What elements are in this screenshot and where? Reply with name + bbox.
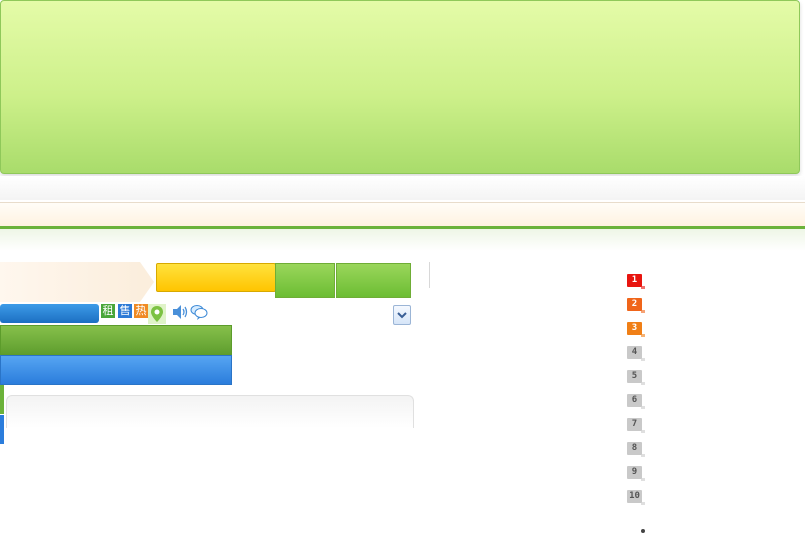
top-banner: [0, 0, 800, 174]
hot-badge: 热: [134, 304, 148, 318]
subnav-band: [0, 202, 805, 226]
divider-fade: [0, 229, 805, 251]
map-pin-icon[interactable]: [148, 304, 166, 324]
rank-badge: 10: [627, 490, 645, 505]
rank-badge: 5: [627, 370, 645, 385]
dropdown-button[interactable]: [393, 305, 411, 325]
rank-badge: 8: [627, 442, 645, 457]
vertical-divider: [429, 262, 430, 288]
chevron-down-icon: [397, 312, 407, 319]
rank-badge: 1: [627, 274, 645, 289]
tab-green-1[interactable]: [275, 263, 335, 298]
blue-bar[interactable]: [0, 355, 232, 385]
rank-badge: 9: [627, 466, 645, 481]
sale-badge: 售: [118, 304, 132, 318]
tab-arrow-shape: [140, 262, 154, 302]
rent-badge: 租: [101, 304, 115, 318]
rank-badge: 6: [627, 394, 645, 409]
rank-badge: 2: [627, 298, 645, 313]
rank-badge: 3: [627, 322, 645, 337]
tab-green-2[interactable]: [336, 263, 411, 298]
content-panel: [6, 395, 414, 428]
blue-edge-strip: [0, 415, 4, 444]
tab-default[interactable]: [0, 262, 140, 302]
bullet-dot: [641, 529, 645, 533]
rank-badge: 4: [627, 346, 645, 361]
chat-bubble-icon[interactable]: [190, 304, 208, 320]
tab-active-yellow[interactable]: [156, 263, 276, 292]
nav-band: [0, 176, 805, 200]
rank-badge: 7: [627, 418, 645, 433]
green-bar[interactable]: [0, 325, 232, 355]
blue-label-button[interactable]: [0, 304, 99, 323]
green-edge-strip: [0, 385, 4, 414]
speaker-icon[interactable]: [172, 304, 190, 320]
